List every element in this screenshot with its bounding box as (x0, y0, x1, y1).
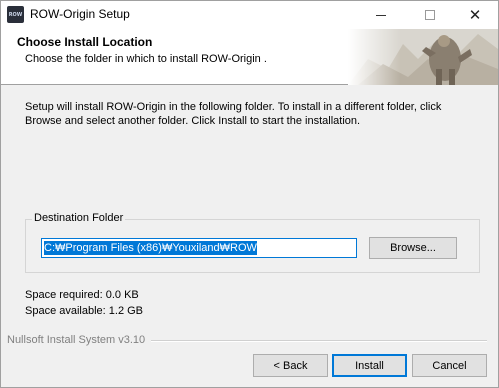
space-available: Space available: 1.2 GB (25, 305, 144, 317)
destination-path-input[interactable]: C:₩Program Files (x86)₩Youxiland₩ROW (41, 238, 357, 258)
minimize-icon (376, 14, 386, 16)
minimize-button[interactable] (358, 1, 404, 29)
cancel-button[interactable]: Cancel (412, 354, 487, 377)
page-title: Choose Install Location (17, 35, 153, 49)
install-button[interactable]: Install (332, 354, 407, 377)
browse-button[interactable]: Browse... (369, 237, 457, 259)
page-subtitle: Choose the folder in which to install RO… (25, 53, 267, 65)
row-origin-app-icon: ROW (7, 6, 24, 23)
maximize-button[interactable] (407, 1, 453, 29)
space-required: Space required: 0.0 KB (25, 289, 139, 301)
back-button[interactable]: < Back (253, 354, 328, 377)
install-description: Setup will install ROW-Origin in the fol… (25, 101, 442, 127)
close-icon: ✕ (468, 5, 482, 24)
page-header: Choose Install Location Choose the folde… (1, 29, 498, 85)
destination-path-value: C:₩Program Files (x86)₩Youxiland₩ROW (44, 241, 257, 255)
close-button[interactable]: ✕ (452, 1, 498, 29)
installer-window: ROW ROW-Origin Setup ✕ Choose Install Lo… (0, 0, 499, 388)
footer-divider-highlight (151, 341, 487, 342)
window-title: ROW-Origin Setup (30, 7, 130, 21)
maximize-icon (425, 10, 435, 20)
nsis-branding: Nullsoft Install System v3.10 (7, 334, 146, 346)
title-bar[interactable]: ROW ROW-Origin Setup ✕ (1, 1, 498, 29)
destination-folder-group: Destination Folder C:₩Program Files (x86… (25, 212, 480, 273)
destination-folder-label: Destination Folder (32, 212, 126, 224)
header-artwork (348, 29, 498, 85)
